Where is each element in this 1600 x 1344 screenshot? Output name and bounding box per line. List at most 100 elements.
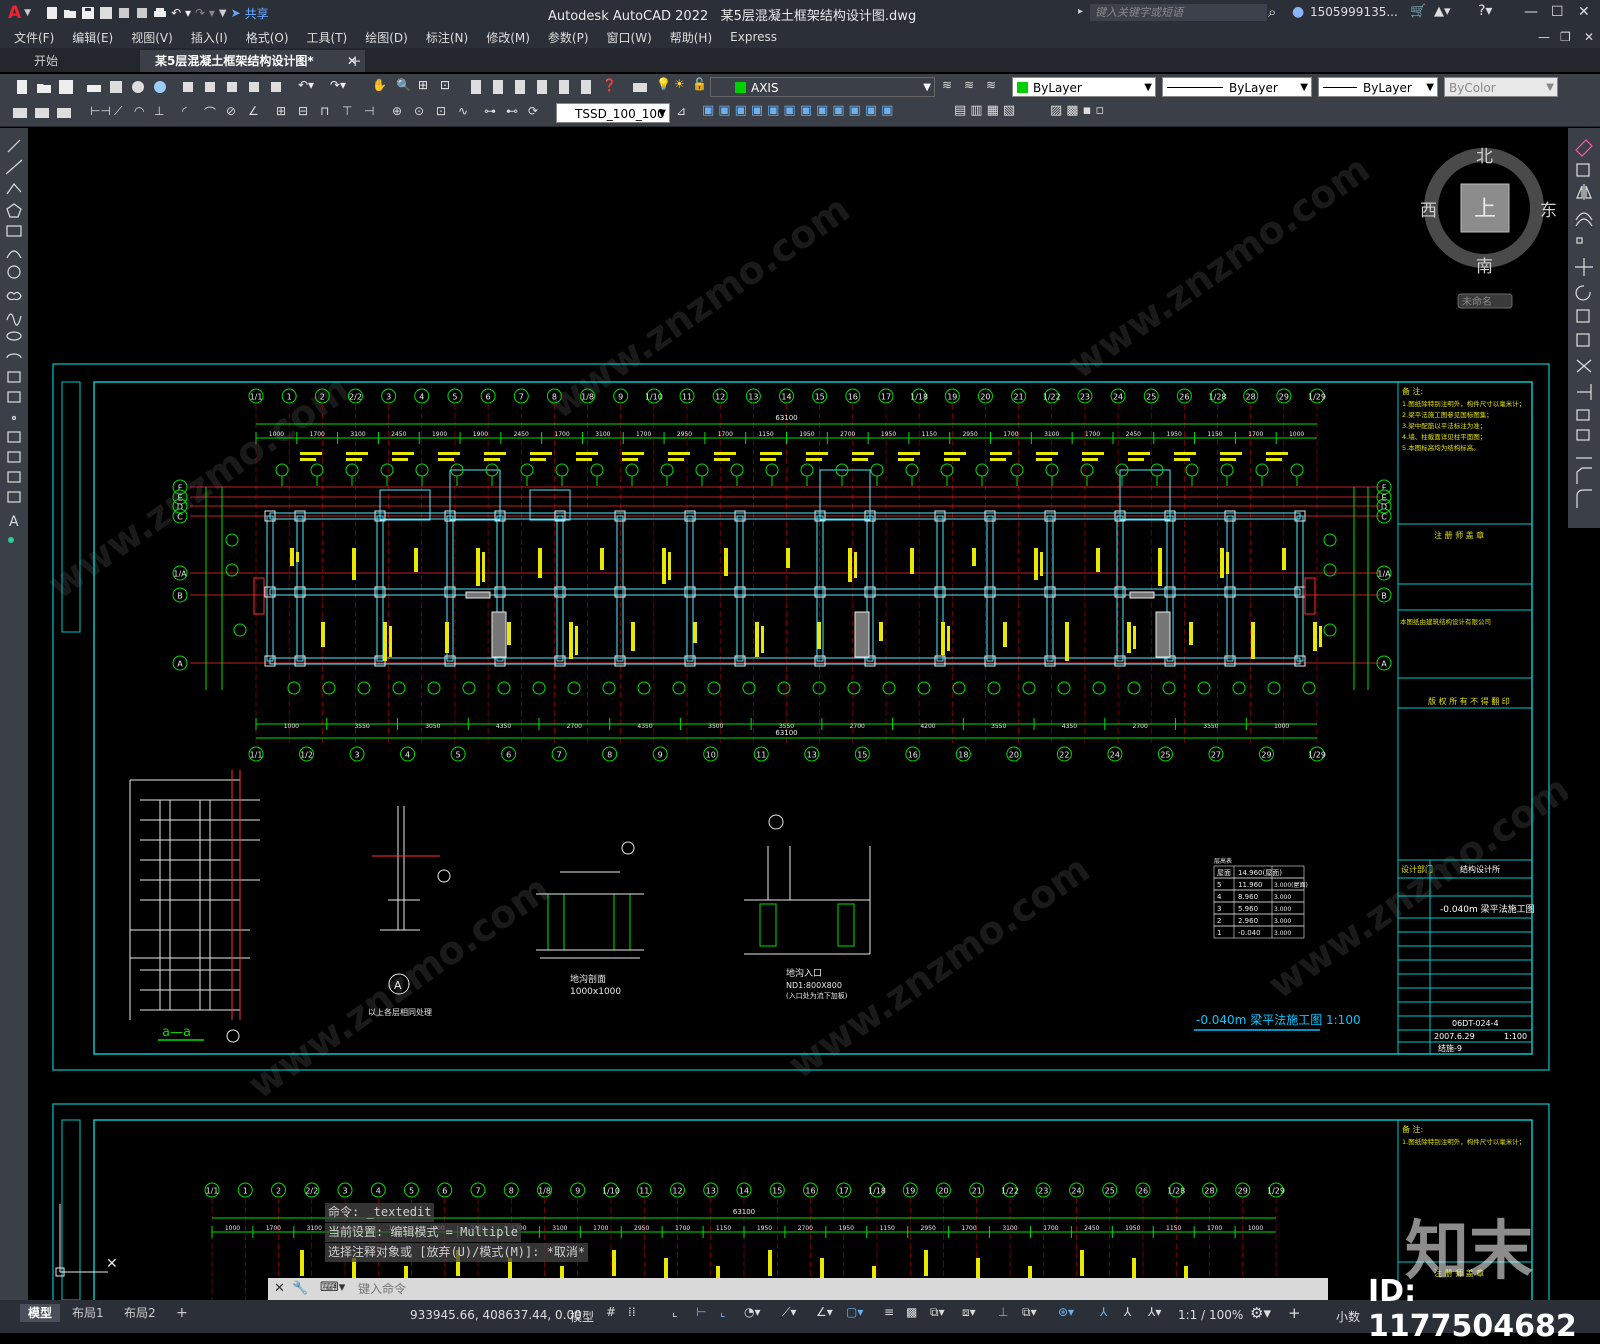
3d-print-icon[interactable] <box>152 79 168 95</box>
doc-close-button[interactable]: ✕ <box>1584 30 1594 44</box>
menu-dimension[interactable]: 标注(N) <box>426 29 468 46</box>
new-tab-button[interactable]: + <box>349 50 362 72</box>
minimize-button[interactable]: — <box>1524 4 1538 20</box>
revision-cloud-icon[interactable] <box>6 291 22 301</box>
cut-icon[interactable] <box>180 79 196 95</box>
table-icon[interactable] <box>7 491 21 503</box>
units-value[interactable]: 小数 <box>1336 1308 1360 1325</box>
dimension-style-dropdown[interactable]: TSSD_100_100 ▼ <box>556 103 670 123</box>
close-window-button[interactable]: ✕ <box>1578 4 1590 20</box>
chamfer-icon[interactable] <box>1576 467 1592 484</box>
menu-draw[interactable]: 绘图(D) <box>365 29 408 46</box>
lineweight-dropdown[interactable]: ByLayer ▼ <box>1318 77 1438 97</box>
save-icon[interactable] <box>58 79 74 95</box>
copy-object-icon[interactable] <box>1576 163 1590 177</box>
layer-state-icon[interactable]: ≋ <box>986 78 996 92</box>
annotation-scale-value[interactable]: 1:1 / 100% <box>1178 1308 1243 1322</box>
menu-help[interactable]: 帮助(H) <box>670 29 712 46</box>
inspect-icon[interactable]: ⊡ <box>436 104 446 118</box>
center-mark-icon[interactable]: ⊙ <box>414 104 424 118</box>
command-customize-icon[interactable]: 🔧 <box>292 1281 308 1296</box>
line-icon[interactable] <box>7 139 21 153</box>
command-line[interactable]: ✕ 🔧 ⌨▾ <box>268 1278 1328 1300</box>
ellipse-arc-icon[interactable] <box>6 353 22 359</box>
maximize-button[interactable]: ☐ <box>1551 4 1564 20</box>
region-icon[interactable] <box>7 471 21 483</box>
tolerance-icon[interactable]: ⊕ <box>392 104 402 118</box>
make-current-layer-icon[interactable]: ≋ <box>942 78 952 92</box>
annotation-visibility-icon[interactable]: ⅄ <box>1100 1305 1107 1319</box>
doc-minimize-button[interactable]: — <box>1538 30 1550 44</box>
menu-tools[interactable]: 工具(T) <box>307 29 348 46</box>
annotation-monitor-icon[interactable]: + <box>1288 1304 1301 1322</box>
model-space-canvas[interactable]: www.znzmo.com www.znzmo.com www.znzmo.co… <box>28 128 1568 1300</box>
quick-dimension-icon[interactable]: ⊞ <box>276 104 286 118</box>
continue-dimension-icon[interactable]: ⊓ <box>320 104 329 118</box>
compass-south[interactable]: 南 <box>1476 257 1493 277</box>
polar-tracking-icon[interactable]: ◔▾ <box>744 1305 761 1319</box>
trim-icon[interactable] <box>1576 359 1592 373</box>
command-close-icon[interactable]: ✕ <box>274 1281 285 1296</box>
dimension-space-icon[interactable]: ⊤ <box>342 104 352 118</box>
dynamic-ucs-icon[interactable]: ⊥ <box>998 1305 1008 1319</box>
design-center-icon[interactable] <box>490 79 506 95</box>
tab-model[interactable]: 模型 <box>20 1304 61 1322</box>
redo-icon[interactable]: ↷ ▾ <box>195 6 215 20</box>
undo-icon[interactable]: ↶ ▾ <box>171 6 191 20</box>
tool-palettes-icon[interactable] <box>512 79 528 95</box>
fillet-icon[interactable] <box>1576 489 1592 508</box>
jogged-icon[interactable]: ⌒ <box>204 104 216 121</box>
menu-modify[interactable]: 修改(M) <box>486 29 530 46</box>
layer-dropdown[interactable]: AXIS ▼ <box>710 77 935 97</box>
color-dropdown[interactable]: ByLayer ▼ <box>1012 77 1156 97</box>
grid-icon[interactable]: # <box>606 1305 616 1319</box>
break-at-point-icon[interactable] <box>1576 409 1590 421</box>
layer-thaw-icon[interactable]: ☀ <box>674 77 685 91</box>
transparency-icon[interactable]: ▩ <box>906 1305 917 1319</box>
user-account[interactable]: 1505999135... <box>1310 5 1398 19</box>
doc-restore-button[interactable]: ❐ <box>1560 30 1571 44</box>
user-icon[interactable]: ● <box>1292 4 1304 20</box>
selection-filter-icon[interactable]: ⧉▾ <box>1022 1305 1037 1320</box>
help-icon[interactable]: ?▾ <box>1478 3 1492 19</box>
compass-north[interactable]: 北 <box>1476 147 1493 167</box>
radius-dimension-icon[interactable]: ◜ <box>182 104 187 118</box>
save-as-icon[interactable] <box>99 6 113 20</box>
construction-line-icon[interactable] <box>5 159 23 175</box>
linear-dimension-icon[interactable]: ⊢⊣ <box>90 104 111 118</box>
tab-layout-2[interactable]: 布局2 <box>124 1304 156 1322</box>
ortho-icon[interactable]: ⌞ <box>720 1305 726 1319</box>
app-menu-chevron-icon[interactable]: ▼ <box>24 8 31 18</box>
zoom-realtime-icon[interactable]: 🔍 <box>396 78 411 92</box>
baseline-dimension-icon[interactable]: ⊟ <box>298 104 308 118</box>
mtext-icon[interactable]: A <box>9 514 19 530</box>
menu-format[interactable]: 格式(O) <box>246 29 289 46</box>
match-properties-icon[interactable] <box>246 79 262 95</box>
array-icon[interactable] <box>1576 237 1583 244</box>
plot-icon[interactable] <box>153 6 167 20</box>
hatch-icon[interactable] <box>7 431 21 443</box>
menu-file[interactable]: 文件(F) <box>14 29 54 46</box>
add-layout-button[interactable]: + <box>176 1304 188 1322</box>
scale-icon[interactable] <box>1576 309 1590 323</box>
ucs-toolbar-icons[interactable]: ▨▩▪▫ <box>1050 103 1108 118</box>
draw-order-icons[interactable]: ▤▥▦▧ <box>954 103 1019 118</box>
coordinate-readout[interactable]: 933945.66, 408637.44, 0.00 <box>410 1308 582 1322</box>
angular-dimension-icon[interactable]: ∠ <box>248 104 259 118</box>
isodraft-icon[interactable]: ⟋▾ <box>782 1305 796 1320</box>
add-selected-icon[interactable] <box>8 537 14 543</box>
polygon-icon[interactable] <box>6 203 22 218</box>
dynamic-input-icon[interactable]: ⊢ <box>696 1305 706 1319</box>
paste-icon[interactable] <box>224 79 240 95</box>
point-icon[interactable] <box>11 415 17 421</box>
3d-osnap-icon[interactable]: ⧈▾ <box>962 1305 976 1320</box>
tssd-icon[interactable] <box>56 105 72 121</box>
arc-icon[interactable] <box>6 250 22 259</box>
model-space-button[interactable]: 模型 <box>570 1308 594 1325</box>
open-folder-icon[interactable] <box>63 6 77 20</box>
auto-scale-icon[interactable]: ⅄ <box>1124 1305 1131 1319</box>
search-input[interactable]: 键入关键字或短语 <box>1090 4 1267 21</box>
tab-start[interactable]: 开始 <box>34 50 58 72</box>
open-web-icon[interactable] <box>117 6 131 20</box>
layer-previous-icon[interactable]: ≋ <box>964 78 974 92</box>
